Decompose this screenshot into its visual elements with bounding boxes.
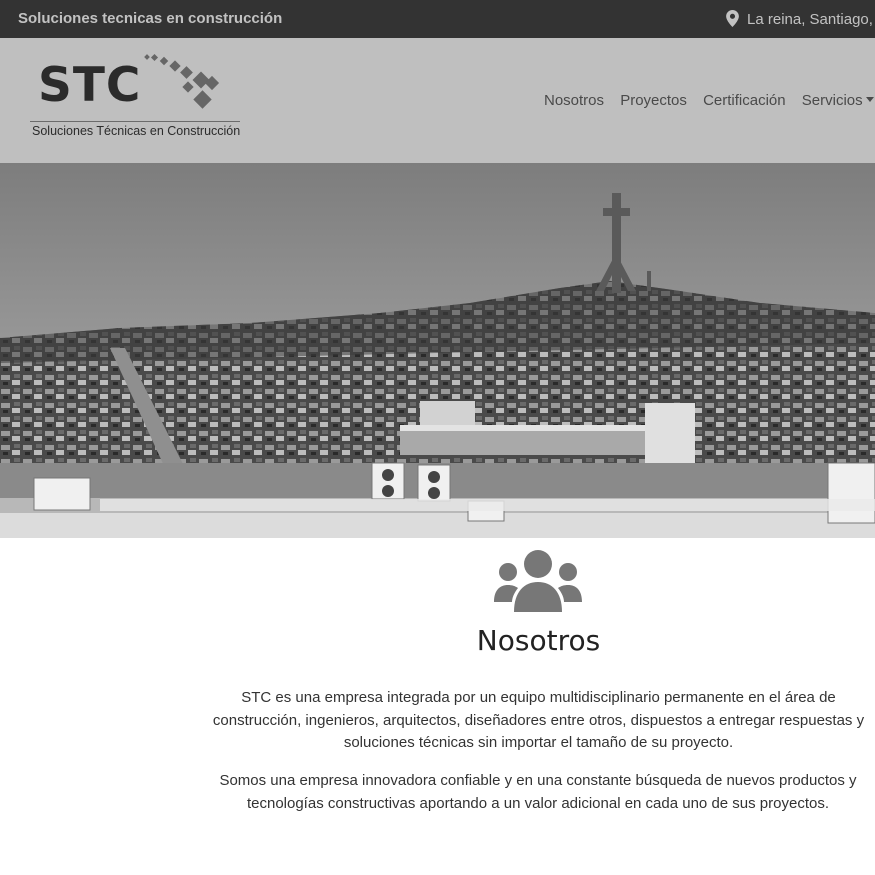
about-paragraph-2: Somos una empresa innovadora confiable y…	[219, 772, 857, 812]
logo-divider	[30, 121, 240, 122]
stc-logo[interactable]: STC Soluciones Técnicas en Construcción	[30, 52, 245, 144]
about-paragraph-1: STC es una empresa integrada por un equi…	[212, 689, 865, 751]
location: La reina, Santiago, Chile	[726, 10, 875, 28]
caret-down-icon	[865, 97, 874, 102]
hero-cityscape	[0, 163, 875, 538]
main-nav: Nosotros Proyectos Certificación Servici…	[544, 92, 875, 109]
location-text: La reina, Santiago, Chile	[747, 11, 875, 28]
nav-item-nosotros[interactable]: Nosotros	[544, 92, 604, 109]
brand-subtitle: Soluciones Técnicas en Construcción	[32, 124, 241, 138]
logo-diamonds-icon	[144, 53, 220, 109]
top-bar: Soluciones tecnicas en construcción La r…	[0, 0, 875, 38]
nav-item-certificacion[interactable]: Certificación	[703, 92, 786, 109]
nav-item-servicios-label: Servicios	[801, 92, 863, 109]
navbar: STC Soluciones Técnicas en Construcción …	[0, 38, 875, 163]
tagline: Soluciones tecnicas en construcción	[18, 10, 283, 27]
hero-image	[0, 163, 875, 538]
map-marker-icon	[726, 10, 739, 27]
about-section: Nosotros STC es una empresa integrada po…	[0, 538, 875, 875]
brand-name: STC	[38, 58, 142, 113]
nav-item-proyectos[interactable]: Proyectos	[620, 92, 687, 109]
section-title: Nosotros	[476, 624, 601, 657]
users-icon	[494, 550, 582, 612]
nav-item-servicios[interactable]: Servicios	[802, 92, 874, 109]
